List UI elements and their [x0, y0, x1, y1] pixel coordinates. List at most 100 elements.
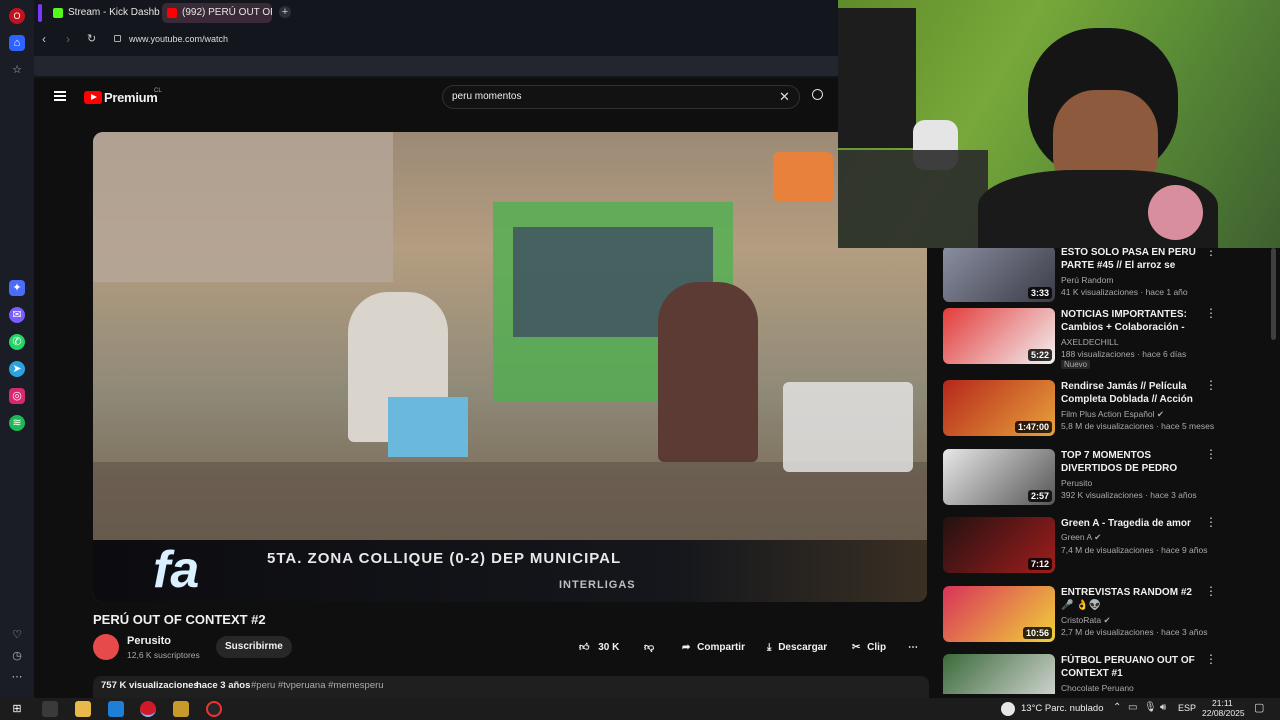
youtube-premium-logo[interactable]: Premium: [104, 90, 158, 105]
opera-logo-icon[interactable]: O: [9, 8, 25, 24]
heart-icon[interactable]: ♡: [9, 627, 25, 643]
rec-title[interactable]: FÚTBOL PERUANO OUT OF CONTEXT #1: [1061, 654, 1201, 680]
obs-taskbar-icon[interactable]: [206, 701, 222, 717]
language-indicator[interactable]: ESP: [1178, 703, 1196, 713]
rec-title[interactable]: Green A - Tragedia de amor: [1061, 517, 1201, 530]
address-bar: ‹ › ↻ www.youtube.com/watch: [34, 26, 840, 54]
star-icon[interactable]: ☆: [9, 62, 25, 78]
opera-taskbar-icon[interactable]: [140, 701, 156, 717]
rec-more-icon[interactable]: ⋮: [1205, 379, 1217, 391]
rec-thumbnail[interactable]: 3:33: [943, 246, 1055, 302]
bookmarks-bar: [34, 54, 840, 78]
forward-icon[interactable]: ›: [66, 32, 70, 46]
rec-thumbnail[interactable]: 2:57: [943, 449, 1055, 505]
url-text[interactable]: www.youtube.com/watch: [129, 34, 228, 44]
dislike-button[interactable]: 👎︎: [644, 637, 666, 659]
new-tab-icon[interactable]: +: [279, 6, 291, 18]
rec-thumbnail[interactable]: 10:56: [943, 586, 1055, 642]
rec-thumbnail[interactable]: 7:12: [943, 517, 1055, 573]
download-button[interactable]: ⤓ Descargar: [767, 637, 857, 659]
weather-text[interactable]: 13°C Parc. nublado: [1021, 703, 1104, 714]
rec-item[interactable]: 7:12 Green A - Tragedia de amor Green A …: [943, 516, 1243, 575]
rec-more-icon[interactable]: ⋮: [1205, 654, 1217, 665]
whatsapp-icon[interactable]: ✆: [9, 334, 25, 350]
task-view-icon[interactable]: [42, 701, 58, 717]
rec-channel[interactable]: Green A ✔: [1061, 532, 1101, 543]
tab-kick-dashboard[interactable]: Stream - Kick Dashboard: [48, 3, 160, 23]
subscribe-button[interactable]: Suscribirme: [216, 636, 292, 658]
rec-meta: 2,7 M de visualizaciones · hace 3 años: [1061, 627, 1208, 637]
rec-thumbnail[interactable]: [943, 654, 1055, 694]
back-icon[interactable]: ‹: [42, 32, 46, 46]
search-input[interactable]: peru momentos ✕: [442, 85, 800, 109]
clear-search-icon[interactable]: ✕: [779, 89, 790, 105]
reload-icon[interactable]: ↻: [87, 32, 96, 45]
tab-bar: Stream - Kick Dashboard (992) PERÚ OUT O…: [34, 0, 840, 26]
taskbar: ⊞ 13°C Parc. nublado ⌃ ▭ 🎙︎ 🔊︎ ESP 21:11…: [0, 698, 1280, 720]
spotify-icon[interactable]: ≋: [9, 415, 25, 431]
mic-icon[interactable]: 🎙︎: [1144, 702, 1157, 713]
scene-person-right: [658, 282, 758, 462]
rec-item[interactable]: 5:22 NOTICIAS IMPORTANTES: Cambios + Col…: [943, 307, 1243, 369]
rec-channel[interactable]: AXELDECHILL: [1061, 337, 1119, 347]
subscriber-count: 12,6 K suscriptores: [127, 650, 200, 660]
rec-title[interactable]: Rendirse Jamás // Película Completa Dobl…: [1061, 380, 1201, 406]
windows-start-icon[interactable]: ⊞: [9, 701, 25, 717]
clip-button[interactable]: ✂ Clip: [852, 637, 897, 659]
rec-title[interactable]: NOTICIAS IMPORTANTES: Cambios + Colabora…: [1061, 308, 1201, 334]
hashtags[interactable]: #peru #tvperuana #memesperu: [251, 680, 384, 691]
tray-chevron-icon[interactable]: ⌃: [1113, 702, 1121, 713]
rec-channel[interactable]: Perusito: [1061, 478, 1092, 488]
rec-more-icon[interactable]: ⋮: [1205, 585, 1217, 597]
tab-youtube-video[interactable]: (992) PERÚ OUT OF C...: [162, 3, 272, 23]
app-taskbar-icon[interactable]: [173, 701, 189, 717]
telegram-icon[interactable]: ➤: [9, 361, 25, 377]
clock-date[interactable]: 22/08/2025: [1202, 708, 1245, 718]
aria-icon[interactable]: ✦: [9, 280, 25, 296]
history-icon[interactable]: ◷: [9, 648, 25, 664]
webcam-overlay: [838, 0, 1280, 248]
file-explorer-icon[interactable]: [75, 701, 91, 717]
rec-item[interactable]: FÚTBOL PERUANO OUT OF CONTEXT #1 Chocola…: [943, 654, 1243, 694]
rec-thumbnail[interactable]: 5:22: [943, 308, 1055, 364]
video-player[interactable]: fa 5TA. ZONA COLLIQUE (0-2) DEP MUNICIPA…: [93, 132, 927, 602]
mail-icon[interactable]: [108, 701, 124, 717]
youtube-logo-icon[interactable]: [84, 91, 102, 104]
rec-channel[interactable]: CristoRata ✔: [1061, 615, 1111, 626]
volume-icon[interactable]: 🔊︎: [1160, 702, 1166, 713]
rec-channel[interactable]: Film Plus Action Español ✔: [1061, 409, 1164, 420]
workspace-indicator: [38, 4, 42, 22]
clock-time[interactable]: 21:11: [1212, 698, 1233, 708]
rec-channel[interactable]: Perú Random: [1061, 275, 1113, 285]
menu-icon[interactable]: [54, 91, 66, 101]
rec-more-icon[interactable]: ⋮: [1205, 307, 1217, 319]
scrollbar-thumb[interactable]: [1271, 248, 1276, 340]
rec-item[interactable]: 1:47:00 Rendirse Jamás // Película Compl…: [943, 379, 1243, 438]
messenger-icon[interactable]: ✉: [9, 307, 25, 323]
description-box[interactable]: 757 K visualizaciones hace 3 años #peru …: [93, 676, 929, 698]
home-icon[interactable]: ⌂: [9, 35, 25, 51]
share-button[interactable]: ➦ Compartir: [682, 637, 762, 659]
scene-building-left: [93, 132, 393, 282]
instagram-icon[interactable]: ◎: [9, 388, 25, 404]
rec-title[interactable]: TOP 7 MOMENTOS DIVERTIDOS DE PEDRO CASTI…: [1061, 449, 1201, 475]
rec-title[interactable]: ENTREVISTAS RANDOM #2 🎤 👌👽: [1061, 586, 1201, 612]
rec-more-icon[interactable]: ⋮: [1205, 448, 1217, 460]
rec-more-icon[interactable]: ⋮: [1205, 516, 1217, 528]
rec-channel[interactable]: Chocolate Peruano: [1061, 683, 1134, 693]
verified-icon: ✔: [1156, 409, 1165, 419]
search-icon[interactable]: [812, 89, 823, 100]
channel-avatar[interactable]: [93, 634, 119, 660]
rec-item[interactable]: 3:33 ESTO SOLO PASA EN PERÚ PARTE #45 //…: [943, 245, 1243, 304]
rec-item[interactable]: 10:56 ENTREVISTAS RANDOM #2 🎤 👌👽 CristoR…: [943, 585, 1243, 644]
channel-name[interactable]: Perusito: [127, 635, 171, 647]
rec-thumbnail[interactable]: 1:47:00: [943, 380, 1055, 436]
rec-title[interactable]: ESTO SOLO PASA EN PERÚ PARTE #45 // El a…: [1061, 246, 1201, 272]
thumbs-up-icon: 👍︎: [579, 642, 590, 653]
more-actions-button[interactable]: ⋯: [908, 637, 924, 659]
network-icon[interactable]: ▭: [1128, 702, 1137, 713]
notification-icon[interactable]: ▢: [1254, 701, 1264, 714]
scene-sign: [773, 152, 833, 202]
more-icon[interactable]: ⋯: [9, 669, 25, 685]
rec-item[interactable]: 2:57 TOP 7 MOMENTOS DIVERTIDOS DE PEDRO …: [943, 448, 1243, 507]
